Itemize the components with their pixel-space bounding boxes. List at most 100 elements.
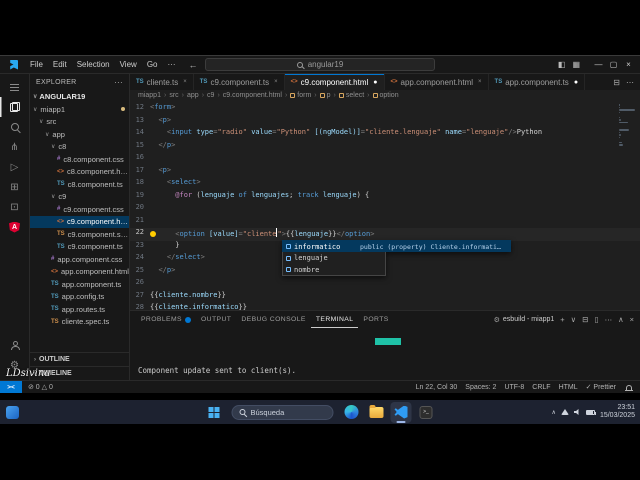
search-icon[interactable] [0, 117, 30, 137]
minimize-button[interactable]: — [591, 60, 606, 69]
tree-item-cliente.spec.ts[interactable]: TS cliente.spec.ts [30, 316, 129, 329]
remote-explorer-icon[interactable]: ⊡ [0, 197, 30, 217]
layout-sidebar-icon[interactable]: ◧ [558, 60, 566, 69]
close-icon[interactable]: × [630, 315, 634, 324]
menu-selection[interactable]: Selection [72, 60, 115, 69]
chevron-down-icon[interactable]: ∨ [571, 315, 577, 324]
tree-item-miapp1[interactable]: ∨ miapp1 [30, 103, 129, 116]
tree-item-c9.component.ts[interactable]: TS c9.component.ts [30, 241, 129, 254]
code-line[interactable]: 28 {{cliente.informatico}} [130, 303, 640, 310]
close-icon[interactable]: × [183, 79, 187, 85]
code-line[interactable]: 19 @for (lenguaje of lenguajes; track le… [130, 191, 640, 204]
code-line[interactable]: 18 <select> [130, 178, 640, 191]
lightbulb-icon[interactable] [150, 231, 156, 237]
breadcrumb-item-miapp1[interactable]: miapp1 [138, 92, 161, 99]
suggest-item-nombre[interactable]: nombre [282, 264, 386, 276]
breadcrumb-item-c9.component.html[interactable]: c9.component.html [223, 92, 282, 99]
panel-tab-output[interactable]: OUTPUT [196, 311, 236, 328]
tree-item-app.component.ts[interactable]: TS app.component.ts [30, 278, 129, 291]
explorer-more-icon[interactable]: ··· [114, 78, 123, 87]
tree-item-app.component.html[interactable]: <> app.component.html [30, 266, 129, 279]
chevron-up-icon[interactable]: ∧ [618, 315, 624, 324]
remote-indicator[interactable]: >< [0, 381, 22, 393]
menu-view[interactable]: View [115, 60, 142, 69]
code-line[interactable]: 14 <input type="radio" value="Python" [(… [130, 128, 640, 141]
breadcrumb-item-p[interactable]: p [319, 92, 331, 99]
tree-item-app.routes.ts[interactable]: TS app.routes.ts [30, 303, 129, 316]
panel-tab-terminal[interactable]: TERMINAL [311, 311, 359, 328]
code-line[interactable]: 27 {{cliente.nombre}} [130, 291, 640, 304]
terminal[interactable]: Component update sent to client(s). [130, 328, 640, 380]
tree-item-c9[interactable]: ∨ c9 [30, 191, 129, 204]
tree-item-c9.component.spec.ts[interactable]: TSc9.component.spec.ts [30, 228, 129, 241]
modified-dot[interactable]: ● [574, 79, 578, 86]
tree-item-c9.component.html[interactable]: <> c9.component.html [30, 215, 129, 228]
notifications-bell-icon[interactable] [625, 384, 633, 391]
battery-icon[interactable] [585, 409, 596, 415]
run-debug-icon[interactable]: ▷ [0, 157, 30, 177]
taskbar-app-vscode[interactable] [390, 401, 412, 423]
panel-tab-debug-console[interactable]: DEBUG CONSOLE [236, 311, 311, 328]
code-line[interactable]: 17 <p> [130, 166, 640, 179]
tab-app.component.html[interactable]: <> app.component.html × [384, 74, 489, 90]
tree-item-app[interactable]: ∨ app [30, 128, 129, 141]
suggest-item-informatico[interactable]: informatico public (property) Cliente.inf… [282, 240, 511, 252]
breadcrumb-item-form[interactable]: form [290, 92, 311, 99]
maximize-button[interactable]: ▢ [606, 60, 621, 69]
volume-icon[interactable] [573, 409, 579, 415]
source-control-icon[interactable]: ⋔ [0, 137, 30, 157]
close-icon[interactable]: × [478, 79, 482, 85]
plus-icon[interactable]: + [560, 315, 564, 324]
tree-item-c9.component.css[interactable]: # c9.component.css [30, 203, 129, 216]
taskbar-app-edge[interactable] [341, 402, 362, 423]
tree-item-c8.component.css[interactable]: # c8.component.css [30, 153, 129, 166]
layout-customize-icon[interactable]: ▦ [572, 60, 580, 69]
more-icon[interactable]: ⋯ [626, 78, 634, 87]
code-line[interactable]: 20 [130, 203, 640, 216]
breadcrumb-item-c9[interactable]: c9 [207, 92, 214, 99]
code-line[interactable]: 15 </p> [130, 141, 640, 154]
explorer-section-outline[interactable]: › OUTLINE [30, 352, 129, 366]
trash-icon[interactable]: ▯ [594, 315, 598, 324]
code-line[interactable]: 22 <option [value]="cliente">{{lenguaje}… [130, 228, 640, 241]
taskbar-search[interactable]: Búsqueda [231, 404, 334, 420]
status-crlf[interactable]: CRLF [532, 384, 550, 391]
menu-file[interactable]: File [25, 60, 48, 69]
split-editor-icon[interactable]: ⊟ [613, 78, 620, 87]
menu-overflow[interactable]: ··· [162, 60, 180, 69]
nav-back-icon[interactable]: ← [188, 60, 197, 70]
status-html[interactable]: HTML [559, 384, 578, 391]
panel-tab-ports[interactable]: PORTS [358, 311, 393, 328]
breadcrumb-item-app[interactable]: app [187, 92, 199, 99]
tree-item-src[interactable]: ∨ src [30, 116, 129, 129]
tab-c9.component.ts[interactable]: TS c9.component.ts × [193, 74, 285, 90]
terminal-process-item[interactable]: ⚙ esbuild - miapp1 [494, 316, 555, 324]
extensions-icon[interactable]: ⊞ [0, 177, 30, 197]
code-editor[interactable]: 12 <form> 13 <p> 14 <input type="radio" val… [130, 101, 640, 310]
breadcrumb-item-option[interactable]: option [372, 92, 399, 99]
code-line[interactable]: 13 <p> [130, 116, 640, 129]
status-utf-8[interactable]: UTF-8 [504, 384, 524, 391]
command-center[interactable]: angular19 [205, 58, 435, 71]
close-icon[interactable]: × [274, 79, 278, 85]
menu-go[interactable]: Go [142, 60, 163, 69]
breadcrumb-item-src[interactable]: src [169, 92, 178, 99]
account-icon[interactable] [0, 335, 30, 355]
code-line[interactable]: 16 [130, 153, 640, 166]
tree-item-c8[interactable]: ∨ c8 [30, 141, 129, 154]
wifi-icon[interactable] [560, 409, 569, 415]
tab-app.component.ts[interactable]: TS app.component.ts ● [488, 74, 586, 90]
angular-icon[interactable]: A [0, 217, 30, 237]
tab-c9.component.html[interactable]: <> c9.component.html ● [284, 74, 385, 90]
more-icon[interactable]: ⋯ [605, 315, 613, 324]
suggest-item-lenguaje[interactable]: lenguaje [282, 252, 386, 264]
status-spaces[interactable]: Spaces: 2 [465, 384, 496, 391]
split-icon[interactable]: ⊟ [582, 315, 588, 324]
close-button[interactable]: × [621, 60, 636, 69]
tree-item-app.component.css[interactable]: # app.component.css [30, 253, 129, 266]
taskbar-app-file-explorer[interactable] [366, 402, 387, 423]
code-line[interactable]: 26 [130, 278, 640, 291]
problems-status[interactable]: ⊘ 0 △ 0 [28, 383, 53, 391]
explorer-icon[interactable] [0, 97, 30, 117]
minimap[interactable] [619, 104, 637, 146]
